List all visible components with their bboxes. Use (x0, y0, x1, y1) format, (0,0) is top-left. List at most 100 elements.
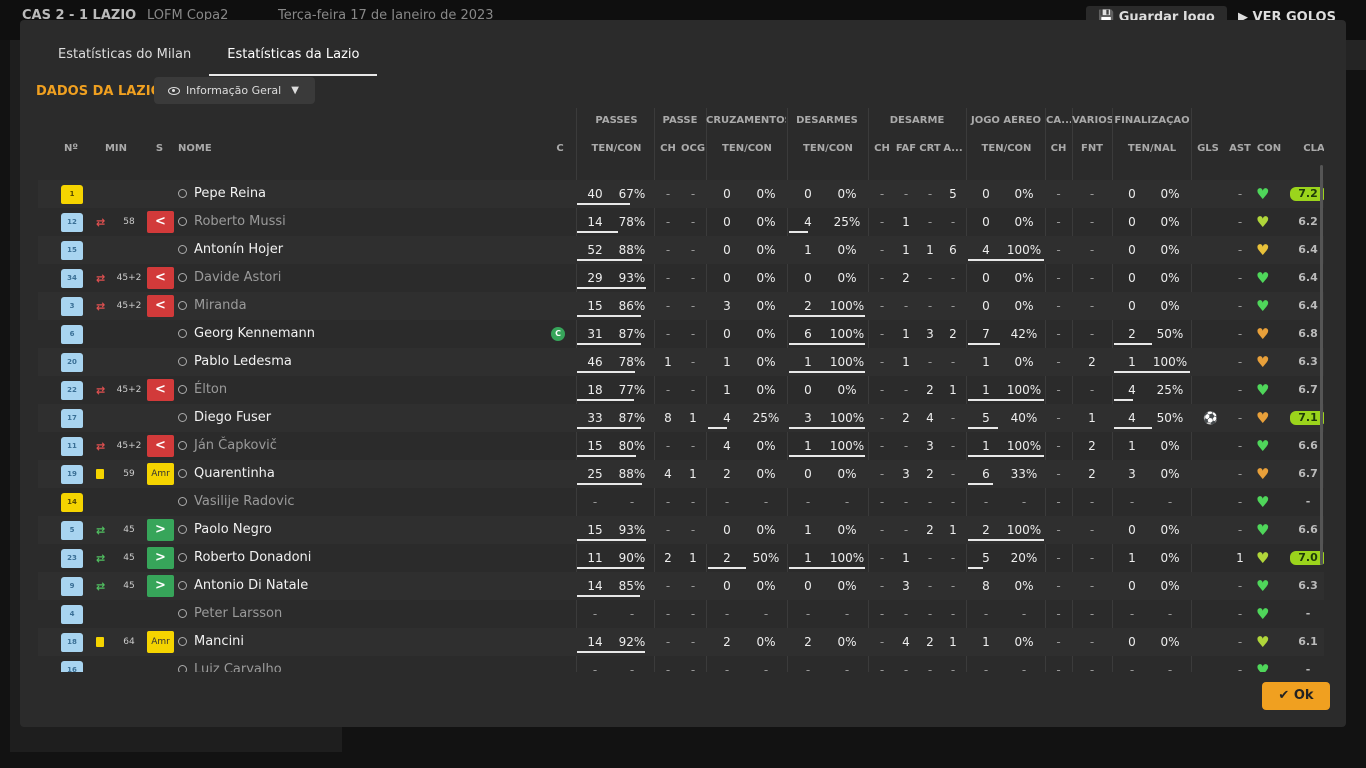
player-name[interactable]: Georg Kennemann (178, 320, 315, 348)
column-header-def-ch[interactable]: CH (870, 143, 894, 154)
group-header: JOGO AÉREO (970, 115, 1041, 126)
stat-cell: - (1089, 635, 1095, 649)
table-row[interactable]: 4 Peter Larsson - - - - - - - - - - - - - - - - - - - ♥ - (38, 600, 1324, 628)
column-header-def-a[interactable]: A... (942, 143, 964, 154)
stat-cell: - (763, 607, 769, 621)
column-header-pass-ch[interactable]: CH (656, 143, 680, 154)
column-header-gls[interactable]: GLS (1193, 143, 1223, 154)
table-row[interactable]: 19 59 Amr Quarentinha 25 88% 4 1 2 0% 0 0% -3 2-6 33% -… (38, 460, 1324, 488)
player-name-text: Paolo Negro (194, 522, 272, 537)
player-name[interactable]: Élton (178, 376, 227, 404)
column-header-fnt[interactable]: FNT (1074, 143, 1110, 154)
stats-modal: Estatísticas do Milan Estatísticas da La… (20, 20, 1346, 727)
stat-cell: - (927, 271, 933, 285)
player-name[interactable]: Pablo Ledesma (178, 348, 292, 376)
person-icon (178, 497, 187, 506)
table-row[interactable]: 1 Pepe Reina 40 67% - -0 0% 0 0% - - -5 0 0% - -0 0% - ♥ 7.… (38, 180, 1324, 208)
table-row[interactable]: 17 Diego Fuser 33 87% 8 1 4 25% 3 100% -2 4-5 40% -1 4… (38, 404, 1324, 432)
column-header-con[interactable]: CON (1254, 143, 1284, 154)
stat-cell: 0% (1014, 299, 1034, 313)
player-name[interactable]: Miranda (178, 292, 247, 320)
substitution-icon: ⇄ (96, 440, 106, 453)
table-row[interactable]: 3 ⇄ 45+2 < Miranda 15 86% - -3 0% 2 100% - - - -0 0% - -0 0… (38, 292, 1324, 320)
stat-cell: 1 (982, 355, 990, 369)
player-name[interactable]: Vasilije Radovic (178, 488, 295, 516)
tab-milan-stats[interactable]: Estatísticas do Milan (40, 46, 209, 76)
stat-bar (577, 483, 643, 485)
player-name[interactable]: Paolo Negro (178, 516, 272, 544)
column-header-shots[interactable]: TEN/NAL (1114, 143, 1190, 154)
column-header-pass-ocg[interactable]: OCG (681, 143, 705, 154)
column-header-num[interactable]: Nº (56, 143, 86, 154)
table-row[interactable]: 23 ⇄ 45 > Roberto Donadoni 11 90% 2 1 2 50% 1 100% -1… (38, 544, 1324, 572)
stat-cell: 3 (902, 467, 910, 481)
table-row[interactable]: 20 Pablo Ledesma 46 78% 1-1 0% 1 100% -1- -1 0% -2 1… (38, 348, 1324, 376)
column-header-def-faf[interactable]: FAF (894, 143, 918, 154)
table-scrollbar[interactable] (1320, 165, 1323, 565)
player-name[interactable]: Quarentinha (178, 460, 275, 488)
table-row[interactable]: 22 ⇄ 45+2 < Élton 18 77% - -1 0% 0 0% - -2 1 1 100% - -4 25… (38, 376, 1324, 404)
table-row[interactable]: 6 Georg Kennemann C 31 87% - -0 0% 6 100% -1 3 2 7 42%… (38, 320, 1324, 348)
shirt-number-icon: 12 (61, 213, 83, 232)
column-header-ca-ch[interactable]: CH (1046, 143, 1071, 154)
stat-cell: - (1056, 243, 1061, 257)
ok-button[interactable]: ✔ Ok (1262, 682, 1330, 710)
stat-cell: 0% (837, 467, 857, 481)
stat-cell: 0 (1128, 243, 1136, 257)
player-name[interactable]: Antonio Di Natale (178, 572, 308, 600)
view-dropdown[interactable]: Informação Geral ▼ (154, 77, 315, 104)
column-header-s[interactable]: S (147, 143, 172, 154)
shirt-number-icon: 19 (61, 465, 83, 484)
stat-cell: - (1056, 439, 1061, 453)
player-name[interactable]: Ján Čapkovič (178, 432, 277, 460)
group-header: PASSE (662, 115, 698, 126)
table-row[interactable]: 18 64 Amr Mancini 14 92% - -2 0% 2 0% -4 2 1 1 0% - -0 0% -… (38, 628, 1324, 656)
table-row[interactable]: 11 ⇄ 45+2 < Ján Čapkovič 15 80% - -4 0% 1 100% - -3-1… (38, 432, 1324, 460)
column-header-min[interactable]: MIN (96, 143, 136, 154)
player-name[interactable]: Antonín Hojer (178, 236, 283, 264)
column-header-cla[interactable]: CLA (1294, 143, 1324, 154)
table-row[interactable]: 34 ⇄ 45+2 < Davide Astori 29 93% - -0 0% 0 0% -2- -0 0… (38, 264, 1324, 292)
rating-badge: - (1305, 607, 1311, 620)
stat-cell: 3 (926, 327, 934, 341)
column-header-aerial[interactable]: TEN/CON (968, 143, 1045, 154)
tab-lazio-stats[interactable]: Estatísticas da Lazio (209, 46, 378, 76)
column-header-ast[interactable]: AST (1226, 143, 1254, 154)
table-row[interactable]: 14 Vasilije Radovic - - - - - - - - - - - - - - - - - - - ♥ - (38, 488, 1324, 516)
player-name[interactable]: Pepe Reina (178, 180, 266, 208)
player-name[interactable]: Roberto Mussi (178, 208, 286, 236)
player-name[interactable]: Roberto Donadoni (178, 544, 311, 572)
stat-cell: 3 (926, 439, 934, 453)
stat-cell: - (879, 467, 885, 481)
player-name[interactable]: Luiz Carvalho (178, 656, 282, 672)
column-header-c[interactable]: C (550, 143, 570, 154)
player-name[interactable]: Peter Larsson (178, 600, 282, 628)
substitution-icon: ⇄ (96, 272, 106, 285)
stat-cell: - (927, 495, 933, 509)
column-header-def-crt[interactable]: CRT (918, 143, 942, 154)
table-row[interactable]: 16 Luiz Carvalho - - - - - - - - - - - - - - - - - - - ♥ - (38, 656, 1324, 672)
stat-cell: - (879, 551, 885, 565)
stat-cell: 0% (756, 635, 776, 649)
player-name-text: Luiz Carvalho (194, 662, 282, 672)
stat-cell: 1 (926, 243, 934, 257)
rating-badge: 6.4 (1298, 243, 1318, 256)
player-name[interactable]: Davide Astori (178, 264, 281, 292)
column-header-pass[interactable]: TEN/CON (579, 143, 654, 154)
player-name[interactable]: Mancini (178, 628, 244, 656)
stat-cell: 0% (756, 299, 776, 313)
stat-cell: 2 (1088, 355, 1096, 369)
rating-badge: 6.1 (1298, 635, 1318, 648)
player-name[interactable]: Diego Fuser (178, 404, 271, 432)
stat-cell: 0 (804, 467, 812, 481)
column-header-tackle[interactable]: TEN/CON (789, 143, 867, 154)
column-header-name[interactable]: NOME (178, 143, 238, 154)
table-row[interactable]: 9 ⇄ 45 > Antonio Di Natale 14 85% - -0 0% 0 0% -3- -8… (38, 572, 1324, 600)
table-row[interactable]: 15 Antonín Hojer 52 88% - -0 0% 1 0% -1 1 6 4 100% - -0… (38, 236, 1324, 264)
column-header-cross[interactable]: TEN/CON (708, 143, 786, 154)
stat-bar (789, 371, 865, 373)
table-row[interactable]: 12 ⇄ 58 < Roberto Mussi 14 78% - -0 0% 4 25% -1- -0 0%… (38, 208, 1324, 236)
substitution-icon: ⇄ (96, 384, 106, 397)
person-icon (178, 441, 187, 450)
table-row[interactable]: 5 ⇄ 45 > Paolo Negro 15 93% - -0 0% 1 0% - -2 1 2 100% - -… (38, 516, 1324, 544)
